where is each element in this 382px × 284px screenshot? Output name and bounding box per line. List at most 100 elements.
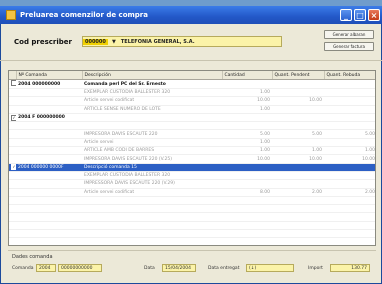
empty-cell [222,204,272,214]
generate-invoice-button[interactable]: Generar factura [324,42,374,51]
check-cell[interactable] [9,179,16,189]
quantity-cell [222,171,272,181]
footer-title: Dades comanda [12,254,53,260]
table-row[interactable]: EXEMPLAR CUSTODIA BALLESTER 320 [9,171,375,181]
table-row[interactable]: ARTICLE AMB CODI DE BARRES 1.00 1.00 1.00 [9,146,375,156]
pending-cell [272,179,324,189]
empty-row [9,221,375,231]
received-cell: 1.00 [324,146,375,156]
check-cell[interactable] [9,171,16,181]
check-cell[interactable] [9,188,16,197]
table-row[interactable] [9,121,375,131]
dropdown-icon[interactable]: ▼ [111,39,117,45]
order-number-cell [16,96,82,106]
col-check[interactable] [9,71,17,80]
description-cell: Article servei codificat [82,96,222,106]
received-cell [324,105,375,114]
row-checkbox[interactable] [11,80,16,86]
close-icon[interactable]: × [368,9,380,21]
empty-cell [324,196,375,206]
pending-cell [272,113,324,123]
generate-delivery-button[interactable]: Generar albaran [324,30,374,39]
pending-cell [272,105,324,114]
minimize-icon[interactable]: _ [340,9,352,21]
grid-body: 2004 000000000 Comanda perl PC del Sr. Er… [9,79,375,245]
check-cell[interactable] [9,154,16,164]
empty-cell [16,204,82,214]
table-row[interactable]: Article servei codificat 10.00 10.00 [9,96,375,106]
pending-cell [272,171,324,181]
empty-cell [324,204,375,214]
received-cell [324,113,375,123]
maximize-icon[interactable]: □ [354,9,366,21]
quantity-cell: 5.00 [222,129,272,139]
order-number-cell [16,105,82,114]
check-cell[interactable] [9,79,16,89]
description-cell: EXEMPLAR CUSTODIA BALLESTER 320 [82,171,222,181]
description-cell: Descripció comanda 15 [82,163,222,172]
quantity-cell: 1.00 [222,88,272,98]
table-row[interactable]: 2004 000000 0000FDescripció comanda 15 [9,163,375,172]
col-order-number[interactable]: Nº Comanda [16,71,83,80]
table-row[interactable]: IMPRESORA DAVIS ESCAUTE 220 (V.25) 10.00 1… [9,154,375,164]
empty-cell [82,212,222,222]
delivery-date-field[interactable]: (↓) [246,264,294,272]
empty-cell [82,221,222,231]
received-cell [324,96,375,106]
table-row[interactable]: 2004 F 000000000 [9,113,375,123]
check-cell[interactable] [9,121,16,131]
orders-grid[interactable]: Nº Comanda Descripción Cantidad Quant. P… [8,70,376,246]
check-cell[interactable] [9,88,16,98]
received-cell [324,163,375,172]
order-number-cell [16,121,82,131]
quantity-cell: 10.00 [222,154,272,164]
order-number-cell [16,88,82,98]
order-year-field[interactable]: 2004 [36,264,56,272]
check-cell[interactable] [9,163,16,172]
quantity-cell [222,113,272,123]
received-cell [324,79,375,89]
check-cell[interactable] [9,138,16,148]
order-label: Comanda [12,266,34,271]
quantity-cell: 10.00 [222,96,272,106]
date-field[interactable]: 15/04/2004 [162,264,196,272]
description-cell: EXEMPLAR CUSTODIA BALLESTER 320 [82,88,222,98]
check-cell[interactable] [9,146,16,156]
empty-cell [222,212,272,222]
order-number-cell [16,171,82,181]
check-cell[interactable] [9,96,16,106]
amount-field[interactable]: 130.77 [330,264,370,272]
empty-cell [324,237,375,245]
empty-cell [82,204,222,214]
table-row[interactable]: ARTICLE SENSE NUMERO DE LOTE 1.00 [9,105,375,114]
col-received[interactable]: Quant. Rebuda [324,71,375,80]
order-number-field[interactable]: 00000000000 [58,264,102,272]
col-pending[interactable]: Quant. Pendent [272,71,325,80]
col-quantity[interactable]: Cantidad [222,71,273,80]
prescriber-field[interactable]: 000000 ▼ TELEFONIA GENERAL, S.A. [82,36,282,47]
check-cell[interactable] [9,129,16,139]
empty-row [9,196,375,206]
empty-cell [272,212,324,222]
table-row[interactable]: 2004 000000000 Comanda perl PC del Sr. Er… [9,79,375,89]
table-row[interactable]: IMPRESSORA DAVIS ESCAUTE 220 (V.29) [9,179,375,189]
check-cell[interactable] [9,105,16,114]
prescriber-code: 000000 [83,38,108,45]
description-cell [82,121,222,131]
table-row[interactable]: Article servei codificat 8.00 2.00 2.00 [9,188,375,197]
table-row[interactable]: IMPRESORA DAVIS ESCAUTE 220 5.00 5.00 5.00 [9,129,375,139]
row-checkbox[interactable] [11,114,16,121]
empty-cell [222,229,272,239]
quantity-cell: 8.00 [222,188,272,197]
row-checkbox[interactable] [11,164,16,171]
empty-cell [16,196,82,206]
table-row[interactable]: EXEMPLAR CUSTODIA BALLESTER 320 1.00 [9,88,375,98]
empty-cell [9,237,16,245]
check-cell[interactable] [9,113,16,123]
quantity-cell [222,79,272,89]
table-row[interactable]: Article servei 1.00 [9,138,375,148]
prescriber-label: Cod prescriber [14,38,72,46]
pending-cell [272,88,324,98]
received-cell: 2.00 [324,188,375,197]
col-description[interactable]: Descripción [82,71,223,80]
